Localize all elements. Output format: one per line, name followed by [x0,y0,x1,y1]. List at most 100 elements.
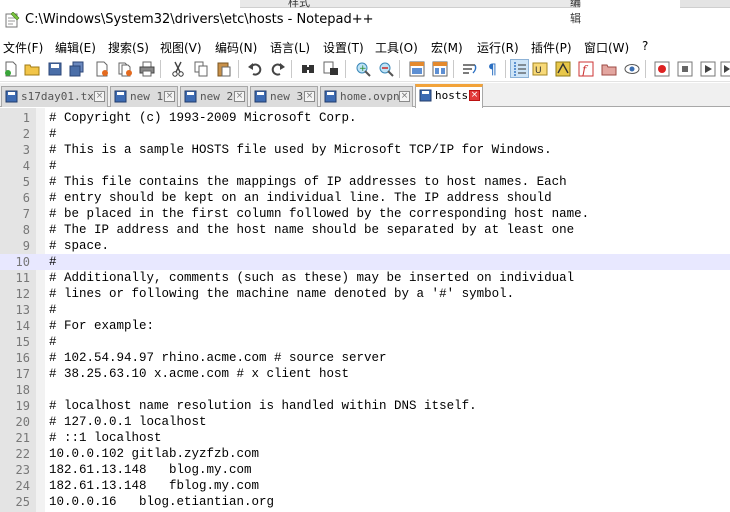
line-text[interactable]: # be placed in the first column followed… [49,207,589,221]
word-wrap-icon[interactable] [460,59,479,78]
line-text[interactable]: # ::1 localhost [49,431,162,445]
editor-line[interactable]: 5 # This file contains the mappings of IP… [0,174,730,190]
menu-file[interactable]: 文件(F) [3,39,43,56]
editor-line[interactable]: 8 # The IP address and the host name shou… [0,222,730,238]
tab-hosts[interactable]: hosts × [415,84,483,108]
menu-plugins[interactable]: 插件(P) [531,39,572,56]
close-icon[interactable] [92,59,111,78]
replace-icon[interactable] [321,59,340,78]
document-map-icon[interactable] [553,59,572,78]
tab-new-1[interactable]: new 1 × [110,86,178,107]
menu-encoding[interactable]: 编码(N) [215,39,257,56]
line-text[interactable]: # localhost name resolution is handled w… [49,399,477,413]
editor-line[interactable]: 10 # [0,254,730,270]
editor-area[interactable]: 1 # Copyright (c) 1993-2009 Microsoft Cor… [0,108,730,512]
show-all-chars-icon[interactable]: ¶ [483,59,502,78]
cut-icon[interactable] [168,59,187,78]
editor-line[interactable]: 1 # Copyright (c) 1993-2009 Microsoft Cor… [0,110,730,126]
editor-line[interactable]: 21 # ::1 localhost [0,430,730,446]
menu-run[interactable]: 运行(R) [477,39,519,56]
line-text[interactable]: 10.0.0.16 blog.etiantian.org [49,495,274,509]
function-list-icon[interactable]: f [576,59,595,78]
editor-line[interactable]: 9 # space. [0,238,730,254]
line-text[interactable]: 10.0.0.102 gitlab.zyzfzb.com [49,447,259,461]
editor-line[interactable]: 19 # localhost name resolution is handled… [0,398,730,414]
paste-icon[interactable] [214,59,233,78]
tab-close-icon[interactable]: × [234,91,245,102]
menu-help[interactable]: ? [642,39,648,53]
menu-view[interactable]: 视图(V) [160,39,202,56]
editor-line[interactable]: 2 # [0,126,730,142]
menu-edit[interactable]: 编辑(E) [55,39,96,56]
toolbar-overflow-icon[interactable] [716,59,730,78]
menu-settings[interactable]: 设置(T) [323,39,364,56]
line-text[interactable]: # lines or following the machine name de… [49,287,514,301]
line-text[interactable]: # 102.54.94.97 rhino.acme.com # source s… [49,351,387,365]
line-text[interactable]: # [49,127,57,141]
stop-macro-icon[interactable] [675,59,694,78]
copy-icon[interactable] [191,59,210,78]
undo-icon[interactable] [245,59,264,78]
close-all-icon[interactable] [115,59,134,78]
editor-line[interactable]: 4 # [0,158,730,174]
save-icon[interactable] [45,59,64,78]
tab-new-3[interactable]: new 3 × [250,86,318,107]
editor-line[interactable]: 23 182.61.13.148 blog.my.com [0,462,730,478]
editor-line[interactable]: 25 10.0.0.16 blog.etiantian.org [0,494,730,510]
tab-close-icon[interactable]: × [304,91,315,102]
line-text[interactable]: # The IP address and the host name shoul… [49,223,574,237]
print-icon[interactable] [137,59,156,78]
line-text[interactable]: 182.61.13.148 blog.my.com [49,463,252,477]
new-file-icon[interactable] [1,59,20,78]
menu-macro[interactable]: 宏(M) [431,39,463,56]
line-text[interactable]: # This is a sample HOSTS file used by Mi… [49,143,552,157]
editor-line[interactable]: 7 # be placed in the first column followe… [0,206,730,222]
open-file-icon[interactable] [22,59,41,78]
menu-window[interactable]: 窗口(W) [584,39,629,56]
line-text[interactable]: # Copyright (c) 1993-2009 Microsoft Corp… [49,111,357,125]
line-text[interactable]: # [49,159,57,173]
line-text[interactable]: # entry should be kept on an individual … [49,191,552,205]
tab-close-icon[interactable]: × [94,91,105,102]
tab-close-icon[interactable]: × [469,90,480,101]
menu-search[interactable]: 搜索(S) [108,39,149,56]
editor-line[interactable]: 6 # entry should be kept on an individual… [0,190,730,206]
editor-line[interactable]: 11 # Additionally, comments (such as thes… [0,270,730,286]
editor-line[interactable]: 14 # For example: [0,318,730,334]
record-macro-icon[interactable] [652,59,671,78]
editor-line[interactable]: 3 # This is a sample HOSTS file used by M… [0,142,730,158]
redo-icon[interactable] [268,59,287,78]
editor-line[interactable]: 24 182.61.13.148 fblog.my.com [0,478,730,494]
play-macro-icon[interactable] [698,59,717,78]
editor-line[interactable]: 20 # 127.0.0.1 localhost [0,414,730,430]
line-text[interactable]: # [49,303,57,317]
line-text[interactable]: # [49,255,57,269]
line-text[interactable]: # For example: [49,319,154,333]
line-text[interactable]: # 38.25.63.10 x.acme.com # x client host [49,367,349,381]
sync-vertical-icon[interactable] [407,59,426,78]
editor-line[interactable]: 13 # [0,302,730,318]
save-all-icon[interactable] [67,59,86,78]
menu-tools[interactable]: 工具(O) [375,39,418,56]
sync-horizontal-icon[interactable] [430,59,449,78]
menu-language[interactable]: 语言(L) [270,39,310,56]
line-text[interactable]: # Additionally, comments (such as these)… [49,271,574,285]
line-text[interactable]: # This file contains the mappings of IP … [49,175,567,189]
indent-guide-icon[interactable] [510,59,529,78]
tab-close-icon[interactable]: × [399,91,410,102]
editor-line[interactable]: 17 # 38.25.63.10 x.acme.com # x client ho… [0,366,730,382]
folder-workspace-icon[interactable] [599,59,618,78]
line-text[interactable]: 182.61.13.148 fblog.my.com [49,479,259,493]
line-text[interactable]: # 127.0.0.1 localhost [49,415,207,429]
zoom-out-icon[interactable] [376,59,395,78]
editor-line[interactable]: 12 # lines or following the machine name … [0,286,730,302]
tab-s17day01[interactable]: s17day01.txt × [1,86,108,107]
editor-line[interactable]: 15 # [0,334,730,350]
tab-close-icon[interactable]: × [164,91,175,102]
line-text[interactable]: # [49,335,57,349]
editor-line[interactable]: 22 10.0.0.102 gitlab.zyzfzb.com [0,446,730,462]
line-text[interactable]: # space. [49,239,109,253]
find-icon[interactable] [298,59,317,78]
editor-line[interactable]: 16 # 102.54.94.97 rhino.acme.com # source… [0,350,730,366]
tab-home-ovpn[interactable]: home.ovpn × [320,86,413,107]
